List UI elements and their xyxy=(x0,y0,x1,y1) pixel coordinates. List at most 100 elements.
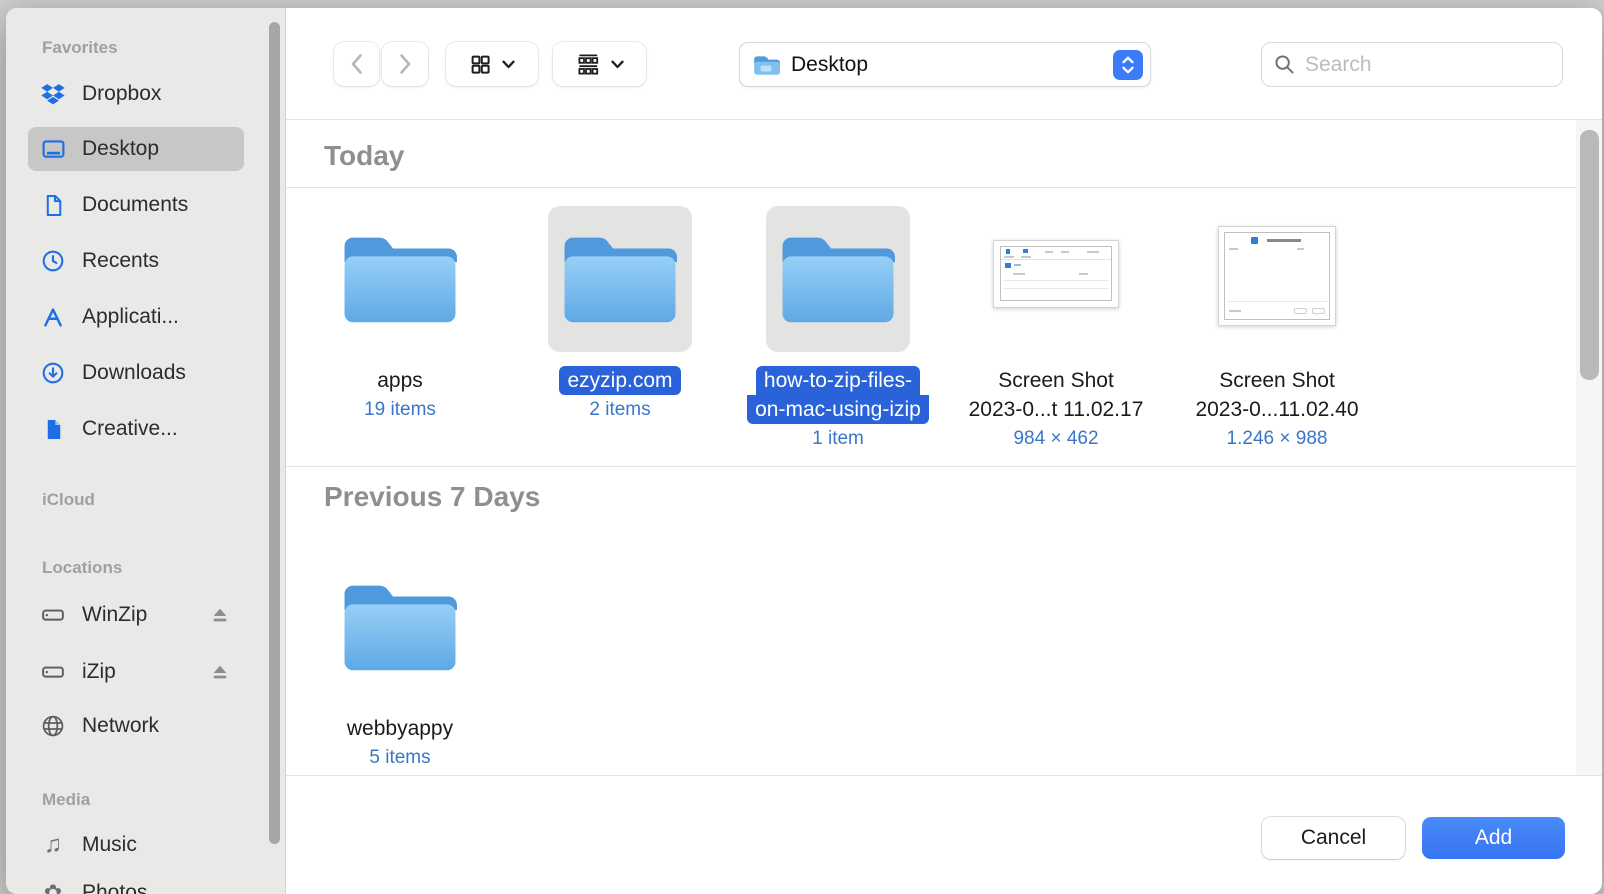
file-thumbnail xyxy=(514,204,726,354)
file-thumbnail xyxy=(732,204,944,354)
file-name: Screen Shot 2023-0...11.02.40 xyxy=(1195,369,1359,421)
file-name: apps xyxy=(377,369,423,392)
view-mode-button[interactable] xyxy=(446,42,538,86)
cancel-button[interactable]: Cancel xyxy=(1262,817,1405,859)
grid-view-icon xyxy=(471,55,490,74)
dropbox-icon xyxy=(38,79,68,109)
file-thumbnail xyxy=(1171,204,1383,354)
sidebar-item-desktop[interactable]: Desktop xyxy=(28,127,244,171)
file-item-webbyappy[interactable]: webbyappy 5 items xyxy=(294,552,506,769)
file-picker-dialog: Favorites Dropbox Desktop Documents Rece… xyxy=(0,0,1604,894)
sidebar-section-icloud: iCloud xyxy=(42,490,95,509)
up-down-chevrons-icon xyxy=(1122,56,1134,73)
item-count: 19 items xyxy=(364,399,436,420)
sidebar-section-favorites: Favorites xyxy=(42,38,118,57)
file-item-screenshot-2[interactable]: Screen Shot 2023-0...11.02.40 1.246 × 98… xyxy=(1171,204,1383,450)
chevron-down-icon xyxy=(502,60,515,68)
download-circle-icon xyxy=(38,358,68,388)
sidebar-item-label: Documents xyxy=(82,193,189,216)
image-dimensions: 984 × 462 xyxy=(1013,428,1099,449)
chevron-down-icon xyxy=(610,60,624,68)
sidebar-item-music[interactable]: ♫ Music xyxy=(28,823,244,867)
globe-icon xyxy=(38,711,68,741)
sidebar-section-media: Media xyxy=(42,790,91,809)
sidebar: Favorites Dropbox Desktop Documents Rece… xyxy=(6,8,286,894)
sidebar-item-applications[interactable]: Applicati... xyxy=(28,295,244,339)
sidebar-item-photos[interactable]: ✿ Photos xyxy=(28,871,244,894)
external-drive-icon xyxy=(38,657,68,687)
item-count: 2 items xyxy=(589,399,651,420)
sidebar-item-izip[interactable]: iZip xyxy=(28,650,244,694)
sidebar-scrollbar[interactable] xyxy=(269,22,280,844)
sidebar-item-creative[interactable]: Creative... xyxy=(28,407,244,451)
item-count: 1 item xyxy=(812,428,864,449)
file-thumbnail xyxy=(950,204,1162,354)
eject-icon[interactable] xyxy=(210,662,230,682)
external-drive-icon xyxy=(38,600,68,630)
group-mode-button[interactable] xyxy=(553,42,646,86)
screenshot-thumbnail xyxy=(993,240,1119,308)
sidebar-item-label: Creative... xyxy=(82,417,178,440)
location-dropdown[interactable]: Desktop xyxy=(739,42,1151,87)
sidebar-section-locations: Locations xyxy=(42,558,123,577)
search-input[interactable] xyxy=(1305,52,1535,77)
file-item-apps[interactable]: apps 19 items xyxy=(294,204,506,421)
photos-icon: ✿ xyxy=(43,880,63,894)
folder-icon xyxy=(344,237,457,323)
sidebar-item-label: Photos xyxy=(82,881,148,894)
sidebar-item-label: Downloads xyxy=(82,361,186,384)
sidebar-item-label: iZip xyxy=(82,660,116,683)
file-filled-icon xyxy=(38,414,68,444)
search-field[interactable] xyxy=(1261,42,1563,87)
image-dimensions: 1.246 × 988 xyxy=(1226,428,1328,449)
file-name: webbyappy xyxy=(346,717,454,740)
file-item-ezyzip[interactable]: ezyzip.com 2 items xyxy=(514,204,726,421)
section-title: Previous 7 Days xyxy=(324,481,541,512)
file-item-screenshot-1[interactable]: Screen Shot 2023-0...t 11.02.17 984 × 46… xyxy=(950,204,1162,450)
chevron-right-icon xyxy=(399,54,410,74)
sidebar-item-downloads[interactable]: Downloads xyxy=(28,351,244,395)
folder-icon xyxy=(564,237,677,323)
file-thumbnail xyxy=(294,552,506,702)
item-count: 5 items xyxy=(369,747,431,768)
main-scrollbar[interactable] xyxy=(1580,130,1599,380)
sidebar-item-label: Dropbox xyxy=(82,82,162,105)
sidebar-item-label: WinZip xyxy=(82,603,148,626)
sidebar-item-winzip[interactable]: WinZip xyxy=(28,593,244,637)
group-view-icon xyxy=(578,54,598,74)
sidebar-item-dropbox[interactable]: Dropbox xyxy=(28,72,244,116)
back-button[interactable] xyxy=(334,42,379,86)
folder-icon xyxy=(782,237,895,323)
desktop-icon xyxy=(38,134,68,164)
eject-icon[interactable] xyxy=(210,605,230,625)
forward-button[interactable] xyxy=(382,42,428,86)
app-store-icon xyxy=(38,302,68,332)
sidebar-item-label: Desktop xyxy=(82,137,160,160)
music-note-icon: ♫ xyxy=(44,831,62,858)
dialog-sheet: Favorites Dropbox Desktop Documents Rece… xyxy=(6,8,1602,894)
folder-icon xyxy=(754,55,780,75)
toolbar: Desktop xyxy=(286,8,1602,120)
sidebar-item-documents[interactable]: Documents xyxy=(28,183,244,227)
screenshot-thumbnail xyxy=(1218,226,1336,326)
file-thumbnail xyxy=(294,204,506,354)
chevron-left-icon xyxy=(351,54,362,74)
main-panel: Desktop Today apps 19 items xyxy=(286,8,1602,894)
add-button[interactable]: Add xyxy=(1422,817,1565,859)
document-icon xyxy=(38,190,68,220)
file-name: ezyzip.com xyxy=(514,366,726,395)
sidebar-item-label: Applicati... xyxy=(82,305,179,328)
location-value: Desktop xyxy=(791,52,869,76)
stepper-control[interactable] xyxy=(1113,49,1143,80)
sidebar-item-label: Music xyxy=(82,833,137,856)
clock-icon xyxy=(38,246,68,276)
sidebar-item-network[interactable]: Network xyxy=(28,704,244,748)
file-item-how-to-zip[interactable]: how-to-zip-files- on-mac-using-izip 1 it… xyxy=(732,204,944,450)
file-name: how-to-zip-files- on-mac-using-izip xyxy=(732,366,944,424)
folder-icon xyxy=(344,585,457,671)
section-header-previous-7-days: Previous 7 Days xyxy=(286,467,1576,529)
sidebar-item-label: Recents xyxy=(82,249,160,272)
sidebar-item-label: Network xyxy=(82,714,160,737)
sidebar-item-recents[interactable]: Recents xyxy=(28,239,244,283)
footer-divider xyxy=(286,775,1602,776)
